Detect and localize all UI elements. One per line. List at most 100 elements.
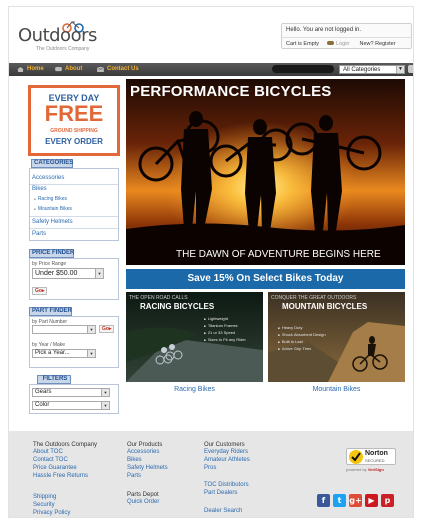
footer-link[interactable]: Bikes xyxy=(127,457,142,463)
promo-line-3: GROUND SHIPPING xyxy=(50,128,98,134)
year-select-value: Pick a Year... xyxy=(35,350,70,356)
pinterest-icon[interactable]: p xyxy=(381,494,394,507)
category-select[interactable]: All Categories ▼ xyxy=(339,65,405,74)
category-racing-bikes[interactable]: Racing Bikes xyxy=(34,196,67,202)
footer-products-heading: Our Products xyxy=(127,442,163,448)
categories-box: Accessories Bikes Racing Bikes Mountain … xyxy=(29,168,119,241)
norton-powered-by: powered by VeriSign xyxy=(346,467,384,472)
footer-link[interactable]: Dealer Search xyxy=(204,508,242,514)
price-go-button[interactable]: Go▸ xyxy=(32,287,48,295)
part-go-label: Go xyxy=(102,326,109,332)
hero-banner[interactable]: PERFORMANCE BICYCLES THE DAWN OF ADVENTU… xyxy=(126,79,405,265)
youtube-icon[interactable]: ▶ xyxy=(365,494,378,507)
nav-contact[interactable]: Contact Us xyxy=(97,66,139,72)
save-promo-banner[interactable]: Save 15% On Select Bikes Today xyxy=(126,269,405,289)
color-select-value: Color xyxy=(35,402,50,408)
category-select-value: All Categories xyxy=(343,67,381,73)
price-range-select[interactable]: Under $50.00 ▼ xyxy=(32,268,104,279)
envelope-icon xyxy=(97,66,104,72)
key-icon xyxy=(327,41,335,46)
category-accessories[interactable]: Accessories xyxy=(32,175,64,181)
nav-home[interactable]: Home xyxy=(17,66,44,72)
chevron-down-icon: ▼ xyxy=(95,269,103,278)
login-status: Hello. You are not logged in. xyxy=(286,27,362,33)
mountain-bicycles-panel[interactable]: CONQUER THE GREAT OUTDOORS MOUNTAIN BICY… xyxy=(268,292,405,382)
footer-link[interactable]: Safety Helmets xyxy=(127,465,168,471)
category-mountain-bikes[interactable]: Mountain Bikes xyxy=(34,206,72,212)
site-footer: The Outdoors Company About TOC Contact T… xyxy=(9,431,413,517)
verisign-label: VeriSign xyxy=(367,467,384,472)
racing-panel-title: RACING BICYCLES xyxy=(140,302,215,311)
twitter-icon[interactable]: t xyxy=(333,494,346,507)
chat-icon xyxy=(55,66,62,71)
category-parts[interactable]: Parts xyxy=(32,231,46,237)
category-bikes[interactable]: Bikes xyxy=(32,186,47,192)
home-icon xyxy=(17,66,24,72)
search-input[interactable] xyxy=(272,65,334,73)
part-go-button[interactable]: Go▸ xyxy=(99,325,115,333)
logo-text: Outdoors xyxy=(18,25,97,46)
footer-link[interactable]: Amateur Athletes xyxy=(204,457,250,463)
mountain-bikes-link[interactable]: Mountain Bikes xyxy=(268,386,405,393)
footer-link[interactable]: Hassle Free Returns xyxy=(33,473,88,479)
nav-contact-label: Contact Us xyxy=(107,66,139,72)
price-go-label: Go xyxy=(35,288,42,294)
category-safety-helmets[interactable]: Safety Helmets xyxy=(32,219,73,225)
norton-secured-seal[interactable]: Norton SECURED powered by VeriSign xyxy=(346,448,396,472)
promo-line-2: FREE xyxy=(44,101,104,126)
mountain-feature: Active Grip Tires xyxy=(278,346,311,351)
gears-select[interactable]: Gears ▼ xyxy=(32,388,110,397)
footer-link[interactable]: About TOC xyxy=(33,449,63,455)
promo-line-4: EVERY ORDER xyxy=(45,137,103,146)
footer-link[interactable]: Price Guarantee xyxy=(33,465,77,471)
login-link[interactable]: Login xyxy=(327,41,349,47)
footer-link[interactable]: Quick Order xyxy=(127,499,159,505)
footer-link[interactable]: Accessories xyxy=(127,449,159,455)
hero-sunset-image xyxy=(126,79,405,265)
footer-link[interactable]: Parts xyxy=(127,473,141,479)
filters-heading: FILTERS xyxy=(37,375,71,384)
footer-parts-depot-heading: Parts Depot xyxy=(127,492,159,498)
footer-link[interactable]: Contact TOC xyxy=(33,457,68,463)
facebook-icon[interactable]: f xyxy=(317,494,330,507)
price-range-label: by Price Range xyxy=(32,261,67,267)
part-finder-box: by Part Number ▼ Go▸ by Year / Make Pick… xyxy=(29,316,119,368)
site-logo[interactable]: Outdoors The Outdoors Company xyxy=(18,21,118,59)
part-finder-heading: PART FINDER xyxy=(29,307,72,316)
racing-bikes-link[interactable]: Racing Bikes xyxy=(126,386,263,393)
nav-about-label: About xyxy=(65,66,83,72)
chevron-down-icon: ▼ xyxy=(87,326,95,333)
footer-link[interactable]: Everyday Riders xyxy=(204,449,248,455)
year-make-label: by Year / Make xyxy=(32,342,66,348)
footer-link[interactable]: Part Dealers xyxy=(204,490,237,496)
search-button[interactable] xyxy=(408,65,413,73)
price-finder-box: by Price Range Under $50.00 ▼ Go▸ xyxy=(29,258,119,300)
cart-link[interactable]: Cart is Empty xyxy=(286,41,319,47)
register-link[interactable]: New? Register xyxy=(359,41,395,47)
mountain-feature: Built to Last xyxy=(278,339,303,344)
powered-by-label: powered by xyxy=(346,467,367,472)
racing-feature: Sizes to Fit any Rider xyxy=(204,337,246,342)
part-number-input[interactable]: ▼ xyxy=(32,325,96,334)
footer-link[interactable]: Security xyxy=(33,502,55,508)
chevron-down-icon: ▼ xyxy=(396,66,404,73)
chevron-down-icon: ▼ xyxy=(101,389,109,396)
footer-customers-heading: Our Customers xyxy=(204,442,245,448)
checkmark-icon xyxy=(349,450,363,464)
footer-link[interactable]: Privacy Policy xyxy=(33,510,70,516)
footer-link[interactable]: Pros xyxy=(204,465,216,471)
hero-title: PERFORMANCE BICYCLES xyxy=(130,83,332,100)
year-select[interactable]: Pick a Year... ▼ xyxy=(32,349,96,358)
login-label: Login xyxy=(336,40,350,47)
color-select[interactable]: Color ▼ xyxy=(32,401,110,410)
nav-about[interactable]: About xyxy=(55,66,82,72)
racing-panel-kicker: THE OPEN ROAD CALLS xyxy=(129,295,188,301)
footer-link[interactable]: Shipping xyxy=(33,494,56,500)
footer-link[interactable]: TOC Distributors xyxy=(204,482,249,488)
racing-feature: 21 or 33 Speed xyxy=(204,330,235,335)
gears-select-value: Gears xyxy=(35,389,52,395)
google-plus-icon[interactable]: g+ xyxy=(349,494,362,507)
racing-bicycles-panel[interactable]: THE OPEN ROAD CALLS RACING BICYCLES Ligh… xyxy=(126,292,263,382)
page: Outdoors The Outdoors Company Hello. You… xyxy=(8,6,414,518)
free-shipping-promo[interactable]: EVERY DAY FREE GROUND SHIPPING EVERY ORD… xyxy=(28,85,120,156)
